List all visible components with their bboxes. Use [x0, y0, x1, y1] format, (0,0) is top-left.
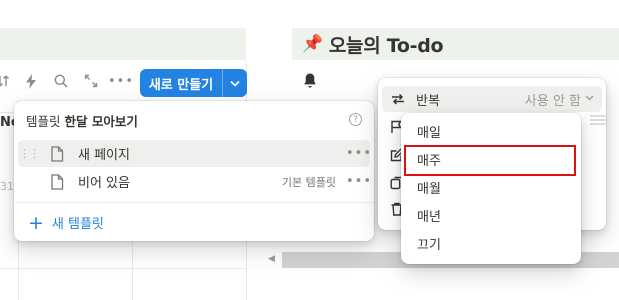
scroll-left-icon[interactable]: ◀	[268, 254, 275, 264]
add-template-label: 새 템플릿	[51, 217, 104, 232]
new-button[interactable]: 새로 만들기	[140, 69, 247, 97]
plus-icon: +	[28, 211, 44, 234]
page-title-text: 오늘의 To-do	[328, 34, 444, 57]
divider	[14, 202, 374, 203]
repeat-label: 반복	[416, 93, 440, 109]
chevron-down-icon	[585, 94, 594, 104]
lightning-icon[interactable]	[22, 72, 40, 90]
template-item-label: 새 페이지	[78, 148, 130, 163]
search-icon[interactable]	[52, 72, 70, 90]
page-icon	[51, 145, 64, 162]
add-template-button[interactable]: + 새 템플릿	[28, 213, 104, 232]
option-yearly[interactable]: 매년	[417, 206, 441, 225]
repeat-value: 사용 안 함	[524, 93, 581, 109]
option-daily[interactable]: 매일	[417, 122, 441, 141]
frequency-dropdown: 매일 매주 매월 매년 끄기	[401, 113, 581, 264]
table-grid-line	[0, 268, 246, 269]
more-icon[interactable]: •••	[346, 146, 371, 161]
pushpin-icon: 📌	[302, 34, 323, 54]
list-lines-icon	[590, 115, 606, 125]
popup-title-prefix: 템플릿	[26, 114, 61, 129]
repeat-icon	[392, 93, 404, 105]
popup-title: 템플릿 한달 모아보기	[26, 111, 138, 130]
template-item-label: 비어 있음	[78, 176, 130, 191]
header-band-left	[0, 28, 246, 60]
page-title: 📌 오늘의 To-do	[302, 30, 444, 58]
default-template-badge: 기본 템플릿	[281, 175, 336, 189]
template-item-new-page[interactable]: ⋮⋮ 새 페이지 •••	[18, 140, 371, 167]
bell-icon[interactable]	[302, 72, 318, 90]
page-icon	[51, 173, 64, 190]
option-monthly[interactable]: 매월	[417, 178, 441, 197]
repeat-setting-row[interactable]: 반복 사용 안 함	[382, 86, 602, 112]
highlight-box	[404, 145, 576, 176]
help-icon[interactable]: ?	[349, 113, 362, 126]
expand-icon[interactable]	[82, 72, 100, 90]
drag-handle-icon[interactable]: ⋮⋮	[18, 147, 40, 160]
template-popup: 템플릿 한달 모아보기 ? ⋮⋮ 새 페이지 ••• 비어 있음 기본 템플릿 …	[14, 101, 374, 241]
chevron-down-icon[interactable]	[223, 69, 247, 97]
sort-icon[interactable]	[0, 72, 12, 90]
template-item-empty[interactable]: 비어 있음 기본 템플릿 •••	[18, 168, 371, 195]
more-icon[interactable]: •••	[108, 72, 133, 90]
option-off[interactable]: 끄기	[417, 234, 441, 253]
popup-title-name: 한달 모아보기	[64, 114, 138, 129]
new-button-label[interactable]: 새로 만들기	[140, 69, 223, 97]
more-icon[interactable]: •••	[346, 174, 371, 189]
row-number-fragment: 31	[0, 180, 14, 193]
